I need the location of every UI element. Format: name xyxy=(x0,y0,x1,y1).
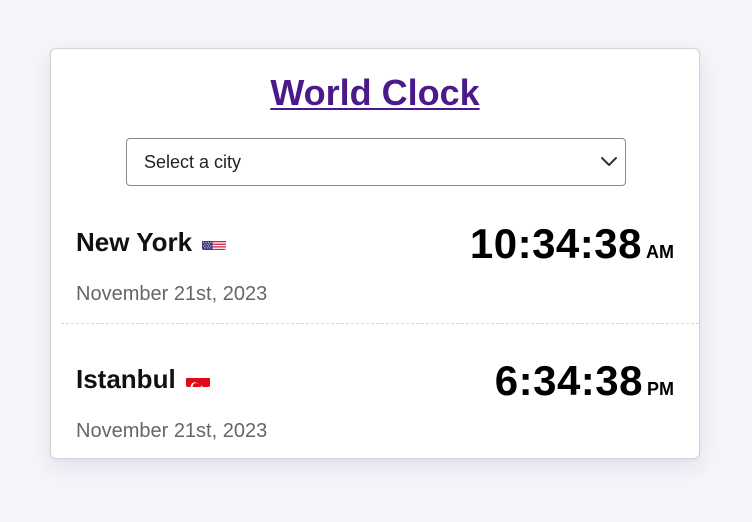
world-clock-card: World Clock Select a city New York 10:34… xyxy=(50,48,700,459)
us-flag-icon xyxy=(202,233,227,250)
city-row-istanbul: Istanbul 6:34:38 PM November 21st, 2023 xyxy=(51,323,699,459)
city-row-new-york: New York 10:34:38 AM November 21st, 2023 xyxy=(51,186,699,322)
clock-display: 10:34:38 AM xyxy=(470,220,674,268)
clock-period: AM xyxy=(646,242,674,262)
city-date: November 21st, 2023 xyxy=(76,283,268,305)
world-clock-title-link[interactable]: World Clock xyxy=(270,72,479,113)
clock-time: 10:34:38 xyxy=(469,220,642,267)
page-title: World Clock xyxy=(51,71,699,115)
city-name: New York xyxy=(76,227,193,257)
city-name: Istanbul xyxy=(76,364,176,394)
turkey-flag-icon xyxy=(185,370,210,387)
city-name-line: New York xyxy=(76,226,227,258)
chevron-down-icon xyxy=(601,157,617,166)
city-select-value: Select a city xyxy=(144,152,242,172)
city-date: November 21st, 2023 xyxy=(76,420,268,442)
clock-time: 6:34:38 xyxy=(494,357,643,404)
city-name-line: Istanbul xyxy=(76,363,210,395)
clock-period: PM xyxy=(647,379,674,399)
city-select[interactable]: Select a city xyxy=(126,138,626,186)
clock-display: 6:34:38 PM xyxy=(495,357,674,405)
